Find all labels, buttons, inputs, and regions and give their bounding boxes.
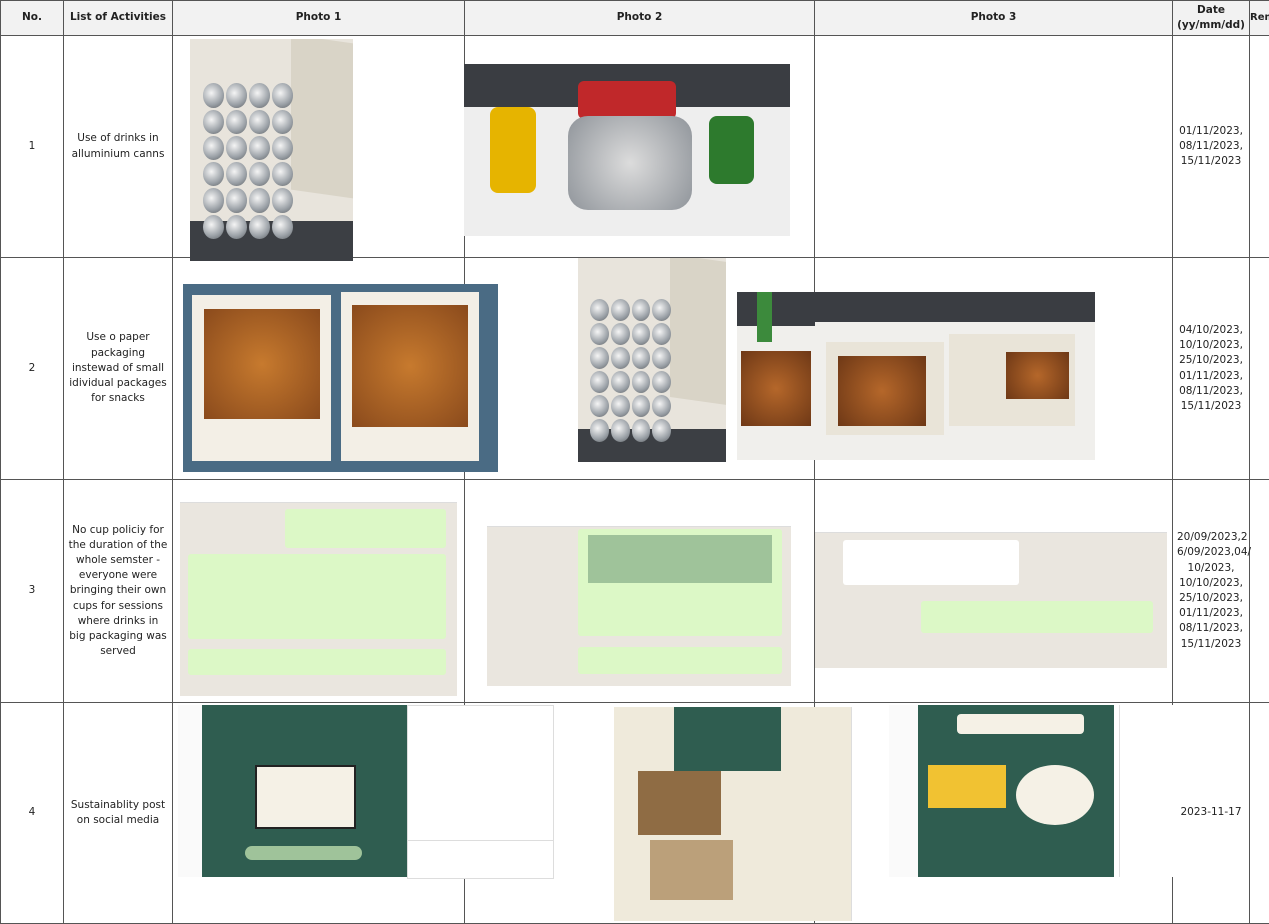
date-entry: 10/2023,	[1187, 561, 1235, 574]
photo-snacks-table	[815, 292, 1095, 460]
header-date-line1: Date	[1197, 3, 1225, 16]
date-cell: 04/10/2023, 10/10/2023, 25/10/2023, 01/1…	[1172, 257, 1250, 480]
activity-cell: Use o paper packaging instewad of small …	[63, 257, 173, 480]
header-date-line2: (yy/mm/dd)	[1177, 19, 1245, 31]
photo-snacks-table	[737, 292, 815, 460]
photo-cell	[814, 257, 1173, 480]
header-date: Date (yy/mm/dd)	[1172, 0, 1250, 36]
table-row: 1 Use of drinks in alluminium canns 01/1…	[0, 35, 1269, 261]
header-no: No.	[0, 0, 64, 36]
row-number: 3	[0, 479, 64, 703]
date-entry: 25/10/2023,	[1179, 592, 1243, 604]
header-activities: List of Activities	[63, 0, 173, 36]
date-entry: 04/10/2023,	[1179, 323, 1243, 336]
date-entry: 10/10/2023,	[1179, 576, 1243, 589]
date-entry: 25/10/2023,	[1179, 354, 1243, 367]
photo-cans-table	[464, 64, 790, 236]
table-row: 4 Sustainablity post on social media 202…	[0, 702, 1269, 924]
photo-cell	[172, 702, 554, 924]
date-entry: 08/11/2023,	[1179, 622, 1243, 635]
activity-cell: Sustainablity post on social media	[63, 702, 173, 924]
date-entry: 08/11/2023,	[1179, 139, 1243, 152]
chat-screenshot	[815, 508, 1167, 668]
instagram-post-screenshot	[889, 705, 1177, 877]
remarks-cell	[1249, 702, 1269, 924]
photo-cell	[172, 257, 498, 480]
date-entry: 10/10/2023,	[1179, 339, 1243, 352]
remarks-cell	[1249, 257, 1269, 480]
photo-cell	[464, 702, 896, 924]
header-remarks: Remarks	[1249, 0, 1269, 36]
date-entry: 01/11/2023,	[1179, 124, 1243, 137]
header-photo1: Photo 1	[172, 0, 465, 36]
row-number: 2	[0, 257, 64, 480]
chat-screenshot	[487, 508, 791, 686]
instagram-post-screenshot	[178, 705, 416, 877]
date-cell: 20/09/2023,2 6/09/2023,04/ 10/2023, 10/1…	[1172, 479, 1252, 703]
row-number: 4	[0, 702, 64, 924]
photo-cell	[464, 257, 815, 480]
photo-cell	[464, 479, 815, 703]
photo-snack-boxes	[183, 284, 498, 472]
date-entry: 15/11/2023	[1180, 399, 1242, 412]
photo-cell	[814, 479, 1173, 703]
header-photo3: Photo 3	[814, 0, 1173, 36]
activity-cell: No cup policiy for the duration of the w…	[63, 479, 173, 703]
photo-cell	[172, 35, 465, 261]
date-entry: 15/11/2023	[1180, 155, 1242, 168]
photo-cell	[814, 35, 1173, 258]
remarks-cell	[1249, 479, 1269, 703]
chat-screenshot	[180, 484, 457, 696]
photo-can-tray	[578, 258, 726, 462]
row-number: 1	[0, 35, 64, 258]
table-row: 2 Use o paper packaging instewad of smal…	[0, 257, 1269, 480]
photo-cell	[464, 35, 815, 258]
activity-cell: Use of drinks in alluminium canns	[63, 35, 173, 258]
date-entry: 08/11/2023,	[1179, 384, 1243, 397]
remarks-cell	[1249, 35, 1269, 258]
date-entry: 6/09/2023,04/	[1177, 546, 1252, 559]
photo-can-tray	[190, 39, 353, 261]
header-row: No. List of Activities Photo 1 Photo 2 P…	[0, 0, 1269, 36]
table-row: 3 No cup policiy for the duration of the…	[0, 479, 1269, 703]
photo-cell	[172, 479, 465, 703]
activities-table: No. List of Activities Photo 1 Photo 2 P…	[0, 0, 1269, 924]
date-entry: 01/11/2023,	[1179, 369, 1243, 382]
header-photo2: Photo 2	[464, 0, 815, 36]
date-cell: 01/11/2023, 08/11/2023, 15/11/2023	[1172, 35, 1250, 258]
date-entry: 01/11/2023,	[1179, 607, 1243, 620]
date-cell: 2023-11-17	[1172, 702, 1250, 924]
date-entry: 20/09/2023,2	[1177, 531, 1248, 544]
photo-cell	[814, 702, 1177, 924]
date-entry: 15/11/2023	[1180, 637, 1242, 650]
